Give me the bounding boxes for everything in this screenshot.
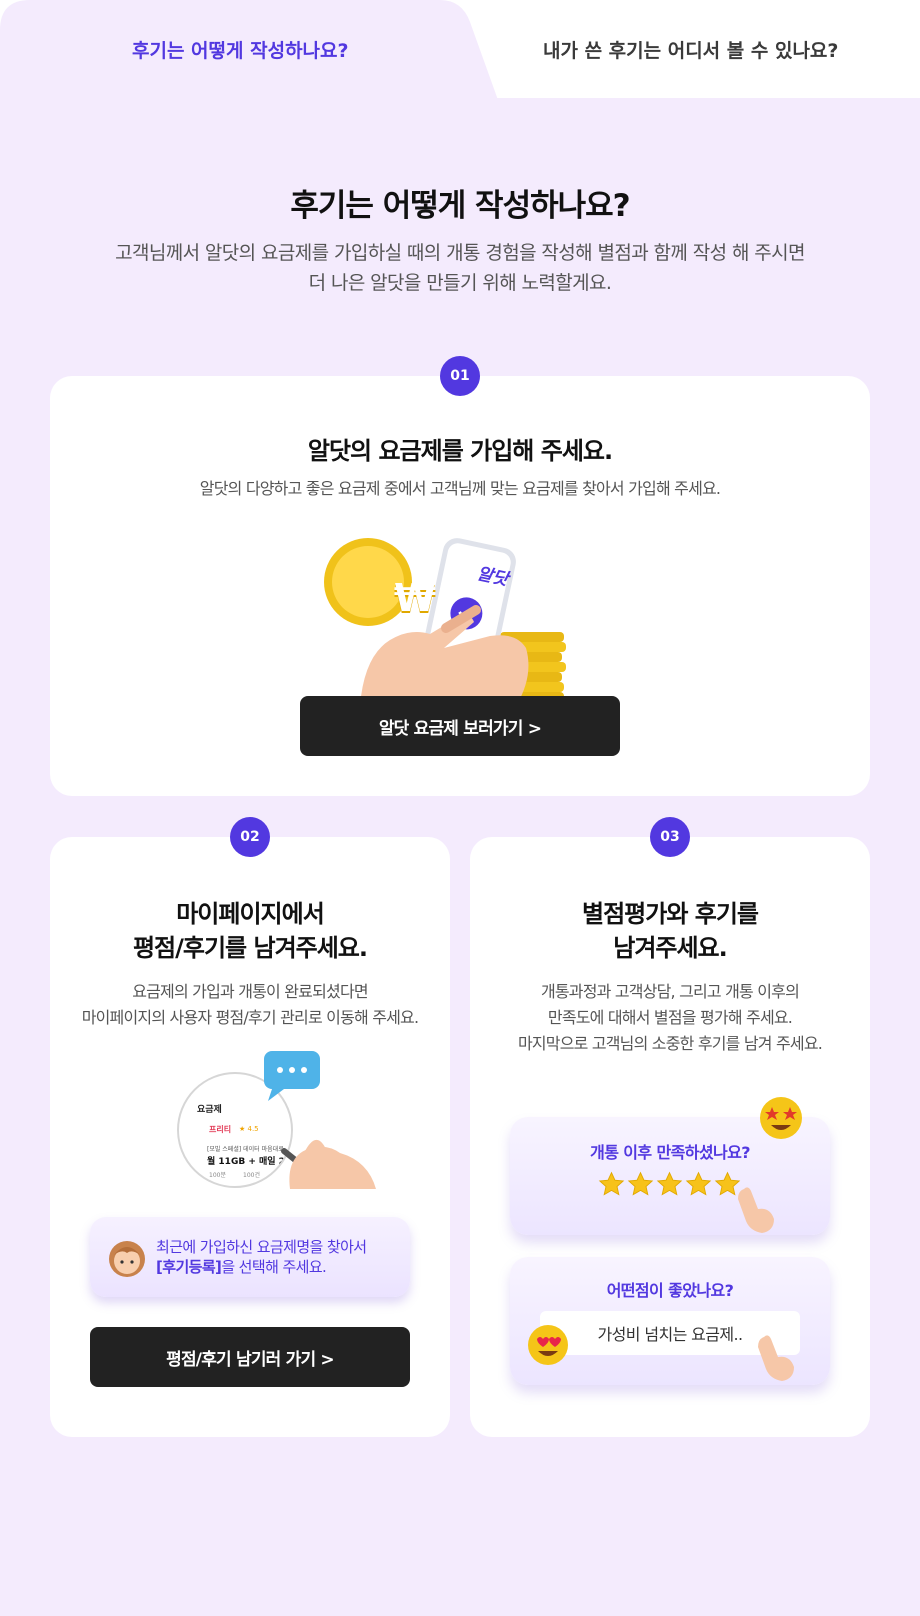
pointing-hand-icon: [758, 1335, 794, 1381]
chat-hand-illustration: [264, 1051, 376, 1189]
notice-text: 최근에 가입하신 요금제명을 찾아서 [후기등록]을 선택해 주세요.: [156, 1237, 367, 1277]
leave-review-button[interactable]: 평점/후기 남기러 가기 >: [90, 1327, 410, 1387]
step3-title-line2: 남겨주세요.: [613, 934, 728, 962]
star-icon[interactable]: [656, 1171, 683, 1198]
step3-description-line3: 마지막으로 고객님의 소중한 후기를 남겨 주세요.: [517, 1034, 823, 1053]
step1-description: 알닷의 다양하고 좋은 요금제 중에서 고객님께 맞는 요금제를 찾아서 가입해…: [199, 479, 721, 498]
star-rating[interactable]: [598, 1171, 741, 1198]
step2-title-line1: 마이페이지에서: [176, 900, 325, 928]
mock-heading: 요금제: [197, 1105, 222, 1115]
star-eyes-emoji-icon: [760, 1097, 802, 1139]
page-description-line2: 더 나은 알닷을 만들기 위해 노력할게요.: [308, 272, 612, 294]
step2-description-line1: 요금제의 가입과 개통이 완료되셨다면: [132, 982, 368, 1001]
tab-bar: 후기는 어떻게 작성하나요? 내가 쓴 후기는 어디서 볼 수 있나요?: [0, 0, 920, 100]
notice-bubble: 최근에 가입하신 요금제명을 찾아서 [후기등록]을 선택해 주세요.: [90, 1217, 410, 1297]
coin-symbol: ₩: [394, 576, 436, 620]
notice-line1: 최근에 가입하신 요금제명을 찾아서: [156, 1238, 367, 1256]
mock-brand: 프리티: [209, 1125, 232, 1134]
mock-rating: ★ 4.5: [239, 1125, 259, 1133]
rating-question: 개통 이후 만족하셨나요?: [590, 1143, 750, 1162]
chat-bubble-icon: [264, 1051, 320, 1101]
star-icon[interactable]: [598, 1171, 625, 1198]
tab-how-to-write[interactable]: 후기는 어떻게 작성하나요?: [132, 36, 349, 63]
step2-description-line2: 마이페이지의 사용자 평점/후기 관리로 이동해 주세요.: [81, 1008, 419, 1027]
phone-coin-illustration: [324, 538, 566, 706]
notice-line2: [후기등록]을 선택해 주세요.: [156, 1257, 367, 1277]
page-description-line1: 고객님께서 알닷의 요금제를 가입하실 때의 개통 경험을 작성해 별점과 함께…: [115, 242, 805, 264]
heart-eyes-emoji-icon: [528, 1325, 568, 1365]
step2-description: 요금제의 가입과 개통이 완료되셨다면 마이페이지의 사용자 평점/후기 관리로…: [50, 979, 450, 1031]
tab-where-to-view[interactable]: 내가 쓴 후기는 어디서 볼 수 있나요?: [543, 36, 838, 63]
page-title: 후기는 어떻게 작성하나요?: [290, 188, 630, 224]
step3-description-line2: 만족도에 대해서 별점을 평가해 주세요.: [547, 1008, 793, 1027]
step2-badge: 02: [230, 817, 270, 857]
page-description: 고객님께서 알닷의 요금제를 가입하실 때의 개통 경험을 작성해 별점과 함께…: [0, 238, 920, 298]
hand-icon: [360, 605, 529, 706]
star-icon[interactable]: [685, 1171, 712, 1198]
hand-icon: [281, 1139, 376, 1189]
view-plans-button[interactable]: 알닷 요금제 보러가기 >: [300, 696, 620, 756]
notice-bold: [후기등록]: [156, 1258, 222, 1276]
step1-card: 알닷의 요금제를 가입해 주세요. 알닷의 다양하고 좋은 요금제 중에서 고객…: [50, 376, 870, 796]
step3-description: 개통과정과 고객상담, 그리고 개통 이후의 만족도에 대해서 별점을 평가해 …: [470, 979, 870, 1057]
step3-card: 별점평가와 후기를 남겨주세요. 개통과정과 고객상담, 그리고 개통 이후의 …: [470, 837, 870, 1437]
star-icon[interactable]: [627, 1171, 654, 1198]
step3-title-line1: 별점평가와 후기를: [582, 900, 759, 928]
notice-line2-rest: 을 선택해 주세요.: [221, 1258, 327, 1276]
step1-title: 알닷의 요금제를 가입해 주세요.: [307, 437, 613, 465]
comment-question: 어떤점이 좋았나요?: [606, 1281, 734, 1300]
step2-title: 마이페이지에서 평점/후기를 남겨주세요.: [50, 897, 450, 965]
mock-minutes: 100분: [209, 1172, 226, 1179]
pointing-hand-icon: [738, 1187, 774, 1233]
step1-badge: 01: [440, 356, 480, 396]
step3-description-line1: 개통과정과 고객상담, 그리고 개통 이후의: [540, 982, 800, 1001]
user-avatar-icon: [109, 1241, 145, 1277]
mock-sms: 100건: [243, 1172, 260, 1179]
step3-badge: 03: [650, 817, 690, 857]
step3-title: 별점평가와 후기를 남겨주세요.: [470, 897, 870, 965]
comment-panel: 어떤점이 좋았나요? 가성비 넘치는 요금제..: [510, 1257, 830, 1385]
step2-title-line2: 평점/후기를 남겨주세요.: [132, 934, 368, 962]
step2-card: 마이페이지에서 평점/후기를 남겨주세요. 요금제의 가입과 개통이 완료되셨다…: [50, 837, 450, 1437]
